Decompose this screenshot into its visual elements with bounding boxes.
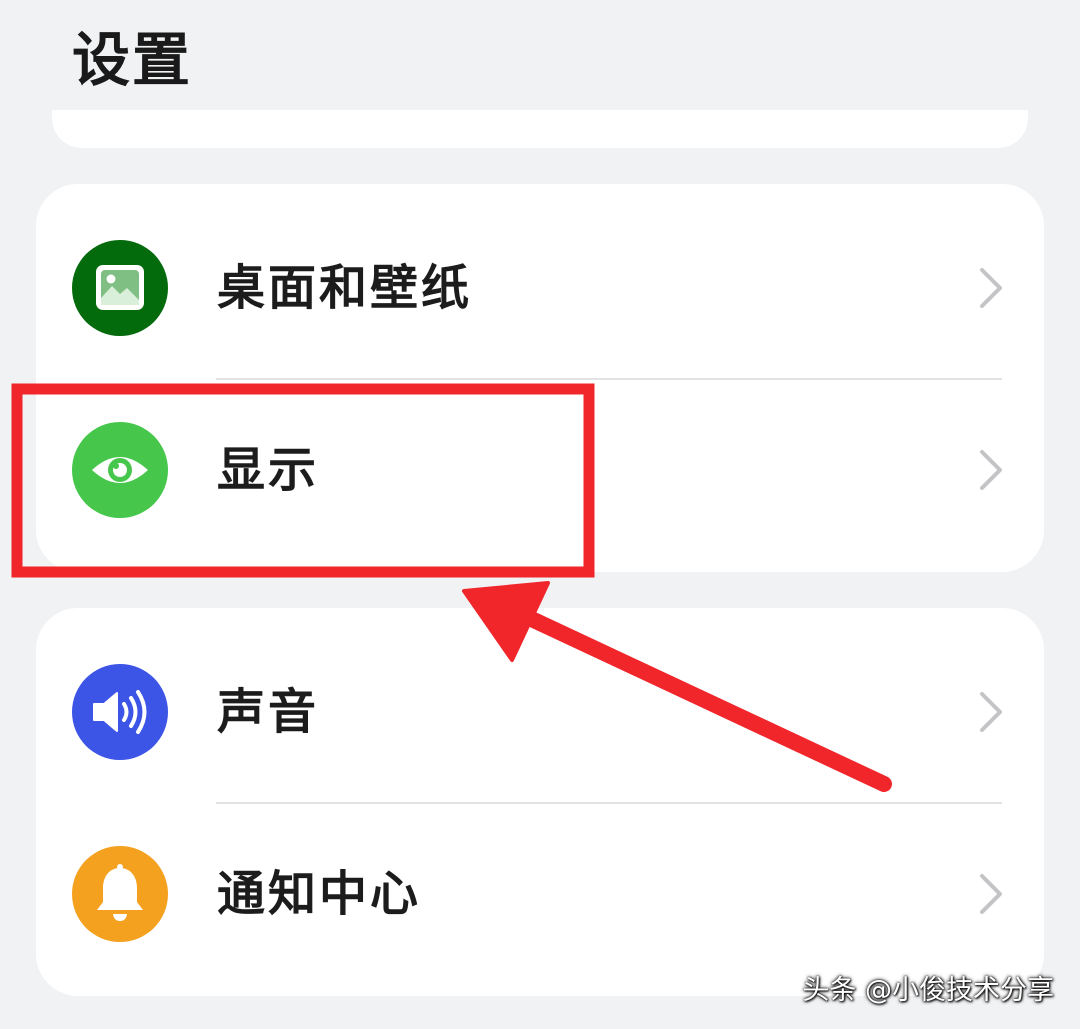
settings-item-label: 显示 (217, 442, 320, 498)
page-title: 设置 (72, 26, 193, 94)
previous-card-edge (52, 110, 1028, 148)
settings-group-1: 桌面和壁纸 显示 (36, 184, 1044, 572)
settings-item-notification-center[interactable]: 通知中心 (36, 802, 1044, 982)
bell-icon (72, 846, 168, 942)
image-icon (72, 240, 168, 336)
settings-item-label: 通知中心 (217, 866, 422, 922)
settings-item-home-wallpaper[interactable]: 桌面和壁纸 (36, 196, 1044, 376)
chevron-right-icon (976, 872, 1006, 916)
settings-item-label: 桌面和壁纸 (217, 260, 473, 316)
settings-item-display[interactable]: 显示 (36, 378, 1044, 558)
chevron-right-icon (976, 448, 1006, 492)
eye-icon (72, 422, 168, 518)
chevron-right-icon (976, 266, 1006, 310)
settings-group-2: 声音 通知中心 (36, 608, 1044, 996)
chevron-right-icon (976, 690, 1006, 734)
settings-item-label: 声音 (217, 684, 320, 740)
speaker-icon (72, 664, 168, 760)
settings-item-sound[interactable]: 声音 (36, 620, 1044, 800)
watermark: 头条 @小俊技术分享 (802, 975, 1054, 1006)
